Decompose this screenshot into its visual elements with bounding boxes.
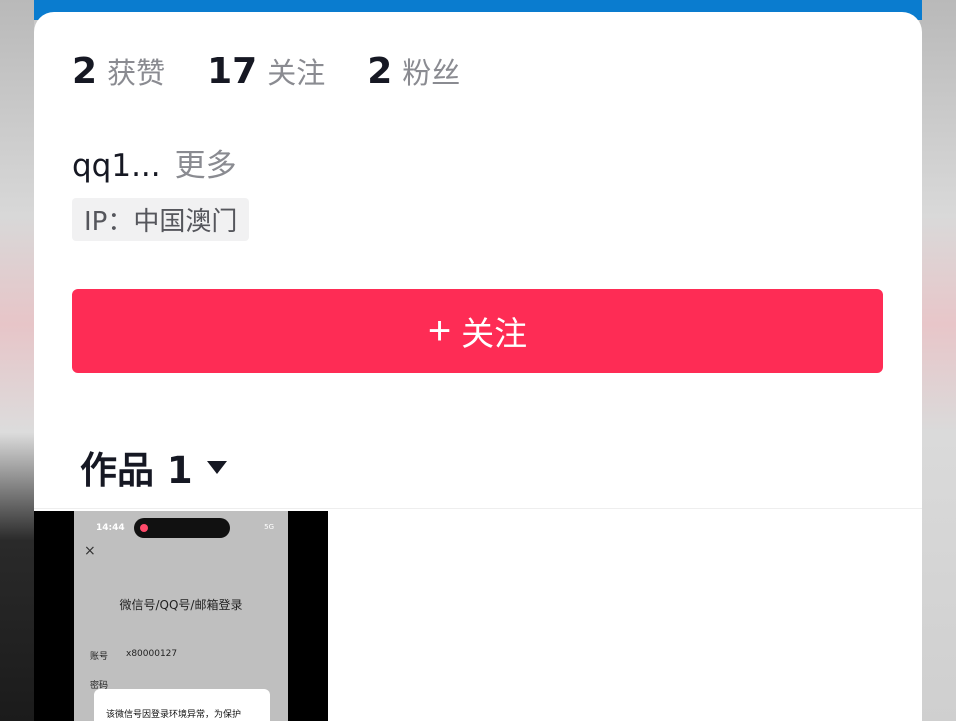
background-right-edge (920, 0, 956, 721)
dynamic-island-icon (134, 518, 230, 538)
bio-text: qq1... (72, 148, 161, 184)
thumb-login-title: 微信号/QQ号/邮箱登录 (119, 598, 243, 612)
stat-followers[interactable]: 2 粉丝 (367, 50, 460, 92)
stat-followers-label: 粉丝 (402, 56, 461, 90)
bio-more-link[interactable]: 更多 (175, 148, 237, 184)
caret-down-icon (206, 460, 227, 474)
thumb-status-network: 5G (264, 523, 274, 531)
profile-stats: 2 获赞 17 关注 2 粉丝 (72, 50, 502, 92)
thumb-dialog: 该微信号因登录环境异常，为保护 (94, 689, 270, 721)
follow-button-label: 关注 (461, 315, 528, 352)
background-left-edge (0, 0, 34, 721)
works-tab-label: 作品 1 (80, 449, 193, 492)
follow-button[interactable]: + 关注 (72, 289, 883, 373)
thumbnail-screenshot: 14:44 5G × 微信号/QQ号/邮箱登录 账号 x80000127 密码 … (74, 511, 288, 721)
recording-dot-icon (140, 524, 148, 532)
divider (34, 508, 922, 509)
close-icon: × (84, 543, 96, 559)
works-tab[interactable]: 作品 1 (80, 440, 227, 494)
plus-icon: + (427, 309, 452, 353)
stat-following-label: 关注 (267, 56, 326, 90)
stat-followers-count: 2 (367, 51, 393, 92)
thumb-status-time: 14:44 (96, 523, 125, 533)
stat-likes[interactable]: 2 获赞 (72, 50, 165, 92)
profile-bio: qq1... 更多 (72, 140, 237, 185)
profile-card: 2 获赞 17 关注 2 粉丝 qq1... 更多 IP：中国澳门 + 关注 作品… (34, 12, 922, 721)
thumb-account-value: x80000127 (126, 649, 178, 659)
ip-location-tag: IP：中国澳门 (72, 198, 250, 241)
thumb-account-label: 账号 (90, 652, 109, 662)
video-thumbnail[interactable]: 14:44 5G × 微信号/QQ号/邮箱登录 账号 x80000127 密码 … (34, 511, 328, 721)
stat-likes-count: 2 (72, 51, 98, 92)
stat-following[interactable]: 17 关注 (207, 50, 325, 92)
thumb-dialog-text: 该微信号因登录环境异常，为保护 (106, 710, 242, 720)
stat-following-count: 17 (207, 51, 258, 92)
stat-likes-label: 获赞 (107, 56, 166, 90)
